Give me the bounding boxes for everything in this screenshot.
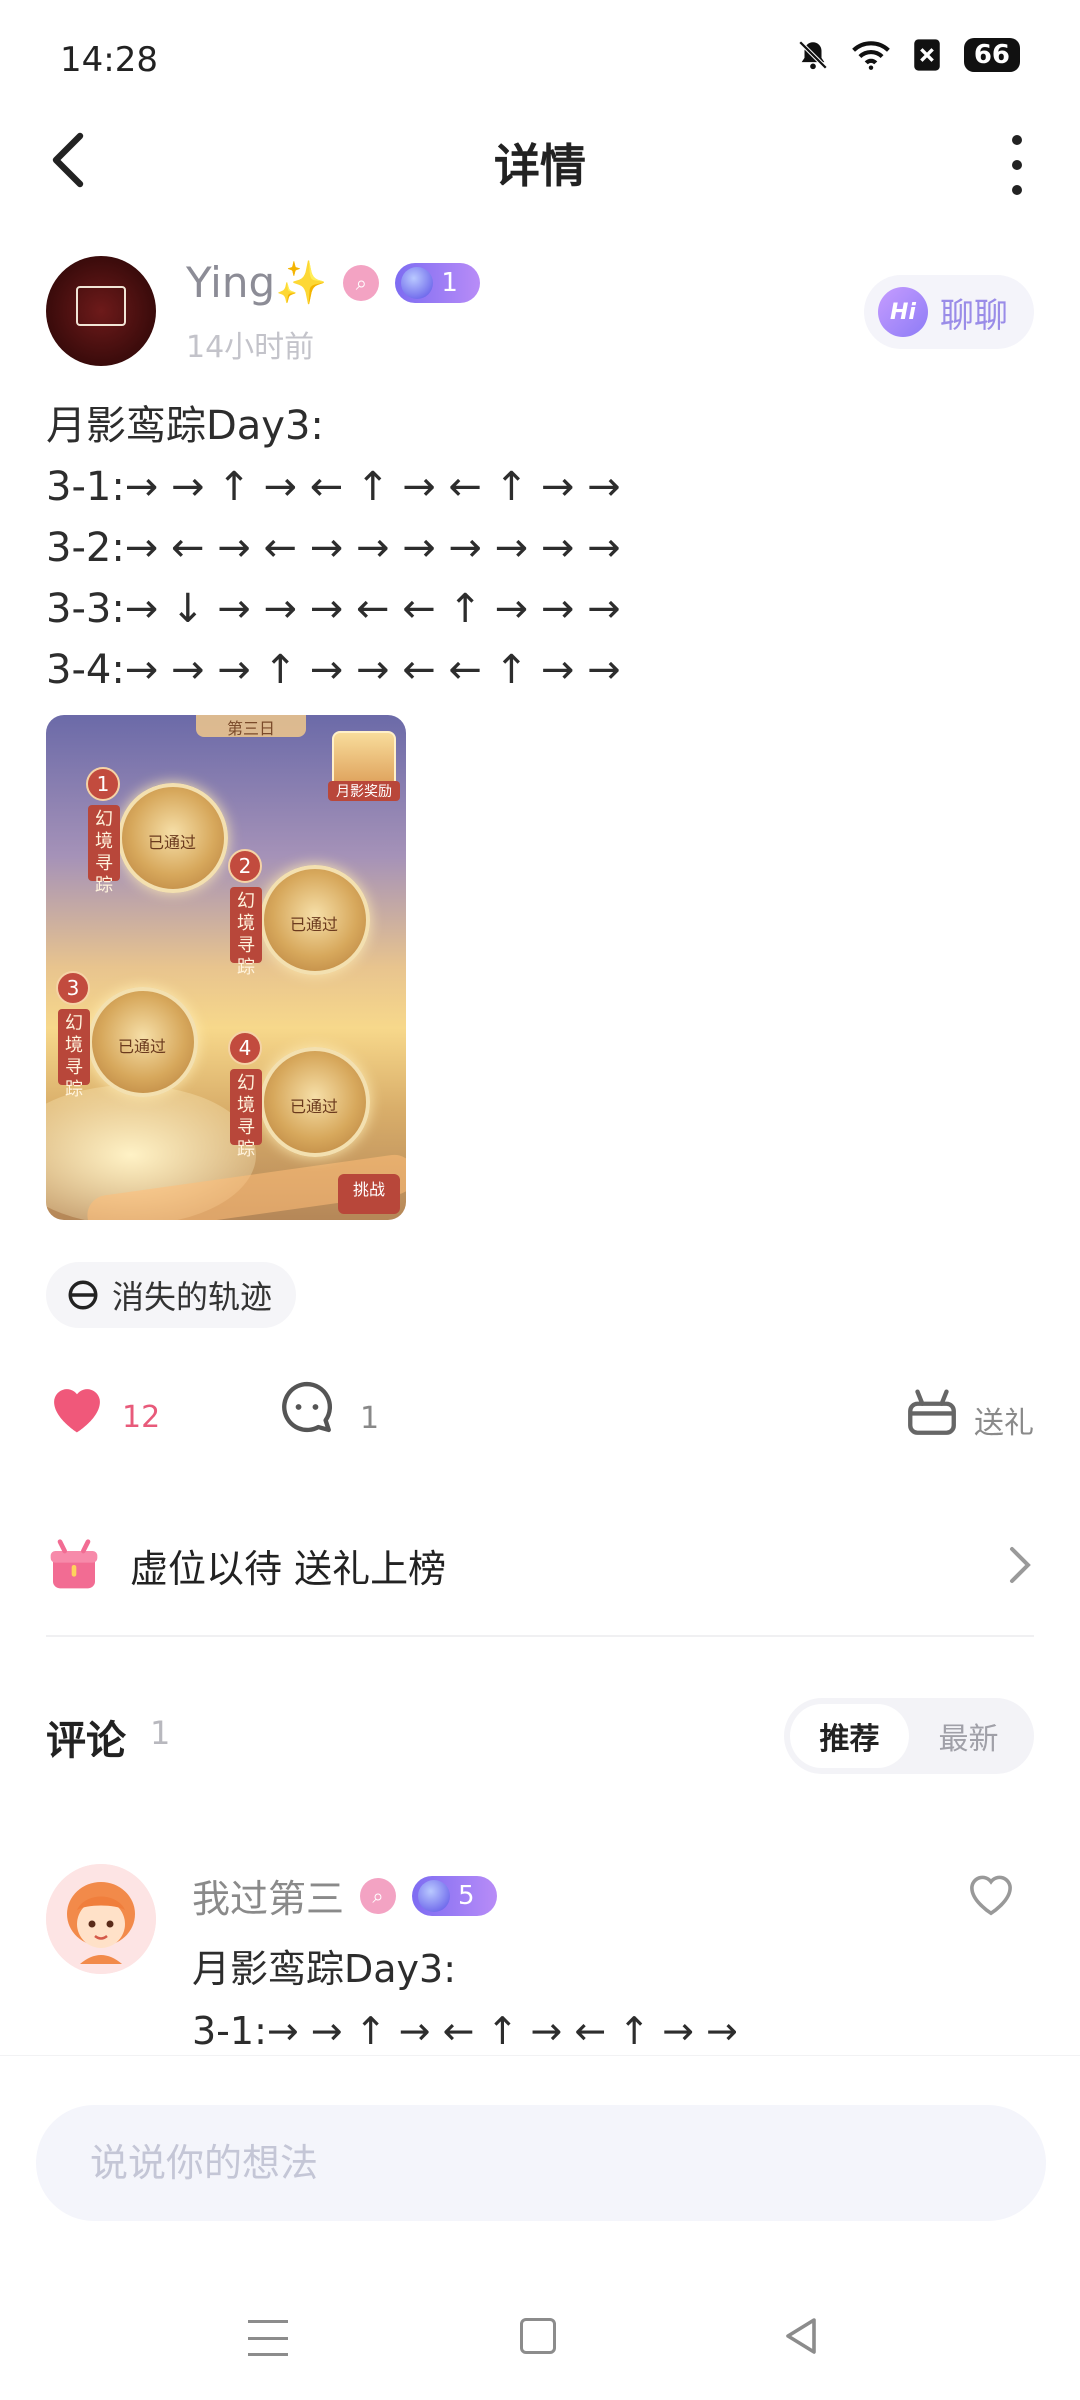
divider xyxy=(46,1635,1034,1637)
chevron-right-icon xyxy=(1010,1547,1031,1583)
stage-1: 1 幻境寻踪 已通过 xyxy=(86,767,228,896)
more-vertical-icon-dot xyxy=(1012,135,1022,145)
gift-rank-label: 虚位以待 送礼上榜 xyxy=(130,1546,447,1591)
author-name-row[interactable]: Ying✨ ⌕ 1 xyxy=(186,258,480,308)
stage-tag: 幻境寻踪 xyxy=(230,1069,262,1160)
status-bar: 14:28 66 xyxy=(0,0,1080,110)
level-badge: 5 xyxy=(412,1875,497,1916)
sort-recommended-tab[interactable]: 推荐 xyxy=(790,1704,909,1768)
level-value: 1 xyxy=(441,268,458,298)
author-name: Ying✨ xyxy=(186,258,328,307)
level-value: 5 xyxy=(458,1880,475,1911)
home-button[interactable] xyxy=(520,2318,556,2354)
hi-icon: Hi xyxy=(878,287,928,337)
chevron-left-icon xyxy=(52,132,84,188)
gift-box-pink-icon xyxy=(50,1539,98,1589)
sort-latest-tab[interactable]: 最新 xyxy=(909,1704,1028,1768)
comment-like-button[interactable] xyxy=(964,1868,1018,1922)
stage-tag: 幻境寻踪 xyxy=(58,1009,90,1100)
stage-status: 已通过 xyxy=(290,915,339,934)
wifi-icon xyxy=(851,41,890,70)
post-text: 月影鸾踪Day3: 3-1:→ → ↑ → ← ↑ → ← ↑ → → 3-2:… xyxy=(46,403,621,693)
image-challenge-label: 挑战 xyxy=(338,1174,400,1214)
search-badge-icon: ⌕ xyxy=(343,265,380,301)
comments-count: 1 xyxy=(150,1714,171,1752)
mute-bell-icon xyxy=(798,40,828,70)
more-vertical-icon-dot xyxy=(1012,160,1022,170)
page-title: 详情 xyxy=(494,139,586,193)
system-back-button[interactable] xyxy=(782,2316,822,2360)
avatar-graphic xyxy=(76,286,126,326)
stage-3: 3 幻境寻踪 已通过 xyxy=(56,971,198,1100)
triangle-back-icon xyxy=(786,2318,816,2354)
back-button[interactable] xyxy=(48,130,108,200)
stage-status: 已通过 xyxy=(148,833,197,852)
commenter-row: 我过第三 ⌕ 5 xyxy=(192,1868,497,1923)
gift-icon xyxy=(908,1389,956,1435)
author-avatar[interactable] xyxy=(46,256,156,366)
recent-apps-button[interactable] xyxy=(248,2320,288,2356)
notification-x-icon xyxy=(914,39,940,71)
commenter-avatar[interactable] xyxy=(46,1864,156,1974)
stage-number: 1 xyxy=(86,767,120,801)
heart-outline-icon xyxy=(970,1875,1012,1916)
chat-button[interactable]: Hi 聊聊 xyxy=(864,275,1034,349)
more-button[interactable] xyxy=(1002,135,1032,195)
stage-tag: 幻境寻踪 xyxy=(88,805,120,896)
cartoon-girl-avatar xyxy=(46,1864,156,1974)
image-gift-label: 月影奖励 xyxy=(328,781,400,801)
gift-button[interactable]: 送礼 xyxy=(902,1380,1034,1442)
status-icons: 66 xyxy=(796,38,1020,72)
status-time: 14:28 xyxy=(60,40,158,80)
comment-count: 1 xyxy=(360,1400,380,1436)
image-header: 第三日 xyxy=(196,715,306,738)
comment-button[interactable]: 1 xyxy=(278,1378,379,1436)
menu-icon-line xyxy=(248,2353,288,2356)
commenter-name[interactable]: 我过第三 xyxy=(192,1868,344,1923)
comments-title: 评论 xyxy=(46,1718,126,1764)
more-vertical-icon-dot xyxy=(1012,185,1022,195)
battery-indicator: 66 xyxy=(963,38,1020,72)
post-time: 14小时前 xyxy=(186,330,315,365)
gem-icon xyxy=(418,1879,451,1912)
stage-number: 3 xyxy=(56,971,90,1005)
comment-text: 月影鸾踪Day3: 3-1:→ → ↑ → ← ↑ → ← ↑ → → xyxy=(192,1947,738,2053)
stage-tag: 幻境寻踪 xyxy=(230,887,262,978)
stage-number: 4 xyxy=(228,1031,262,1065)
gem-icon xyxy=(401,267,434,299)
sort-toggle: 推荐 最新 xyxy=(784,1698,1034,1774)
heart-filled-icon xyxy=(54,1388,100,1432)
chat-button-label: 聊聊 xyxy=(940,295,1008,336)
stage-status: 已通过 xyxy=(290,1097,339,1116)
comment-input[interactable] xyxy=(36,2105,1046,2221)
stage-status: 已通过 xyxy=(118,1037,167,1056)
gift-rank-row[interactable]: 虚位以待 送礼上榜 xyxy=(46,1530,1034,1600)
menu-icon-line xyxy=(248,2320,288,2323)
topic-icon xyxy=(68,1280,98,1310)
post-image[interactable]: 第三日 月影奖励 1 幻境寻踪 已通过 2 幻境寻踪 已通过 3 幻境寻踪 已通… xyxy=(46,715,406,1220)
like-button[interactable]: 12 xyxy=(46,1378,160,1435)
gift-button-label: 送礼 xyxy=(974,1406,1034,1441)
stage-4: 4 幻境寻踪 已通过 xyxy=(228,1031,370,1160)
search-badge-icon: ⌕ xyxy=(360,1877,397,1914)
like-count: 12 xyxy=(122,1400,161,1435)
topic-chip[interactable]: 消失的轨迹 xyxy=(46,1262,297,1328)
stage-number: 2 xyxy=(228,849,262,883)
level-badge: 1 xyxy=(395,263,480,303)
stage-2: 2 幻境寻踪 已通过 xyxy=(228,849,370,978)
comment-bubble-icon xyxy=(282,1381,332,1433)
topic-label: 消失的轨迹 xyxy=(112,1278,273,1316)
menu-icon-line xyxy=(248,2336,288,2340)
